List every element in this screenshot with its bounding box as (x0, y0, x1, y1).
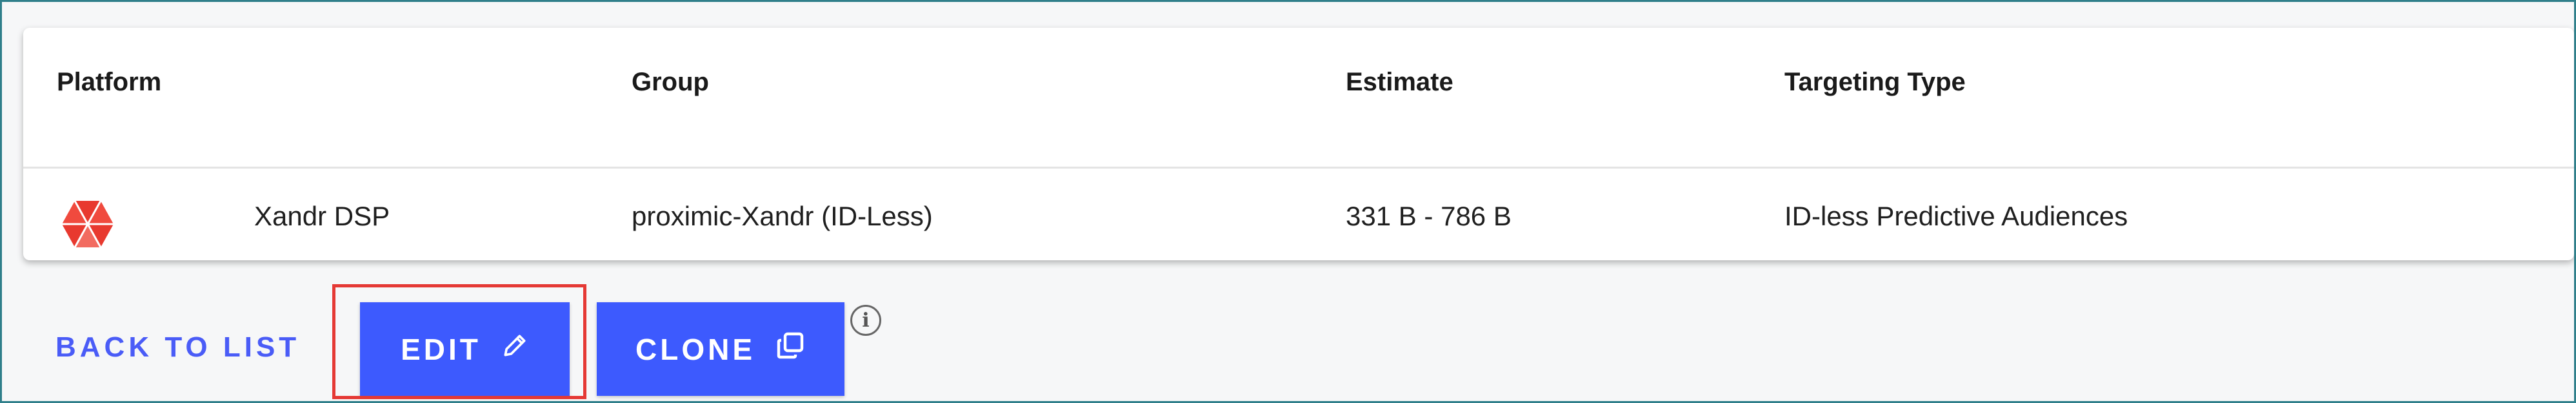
group-name: proximic-Xandr (ID-Less) (632, 201, 933, 231)
edit-button[interactable]: EDIT (360, 302, 570, 396)
xandr-logo-icon (55, 192, 120, 256)
clone-button[interactable]: CLONE (597, 302, 844, 396)
action-bar: BACK TO LIST EDIT CLONE (2, 296, 2574, 396)
platform-name: Xandr DSP (254, 201, 390, 231)
column-header-platform: Platform (57, 68, 162, 96)
table-header: Platform Group Estimate Targeting Type (23, 28, 2574, 169)
back-to-list-link[interactable]: BACK TO LIST (55, 331, 300, 364)
copy-icon (775, 330, 806, 368)
info-icon[interactable]: i (850, 305, 881, 336)
edit-button-label: EDIT (401, 332, 481, 366)
column-header-estimate: Estimate (1346, 68, 1453, 96)
window-frame: Platform Group Estimate Targeting Type X… (0, 0, 2576, 403)
column-header-targeting-type: Targeting Type (1784, 68, 1966, 96)
clone-button-label: CLONE (635, 332, 755, 366)
column-header-group: Group (632, 68, 709, 96)
estimate-value: 331 B - 786 B (1346, 201, 1512, 231)
table-row: Xandr DSP proximic-Xandr (ID-Less) 331 B… (23, 169, 2574, 260)
pencil-icon (501, 331, 529, 367)
targeting-type-value: ID-less Predictive Audiences (1784, 201, 2128, 231)
details-card: Platform Group Estimate Targeting Type X… (23, 28, 2574, 260)
